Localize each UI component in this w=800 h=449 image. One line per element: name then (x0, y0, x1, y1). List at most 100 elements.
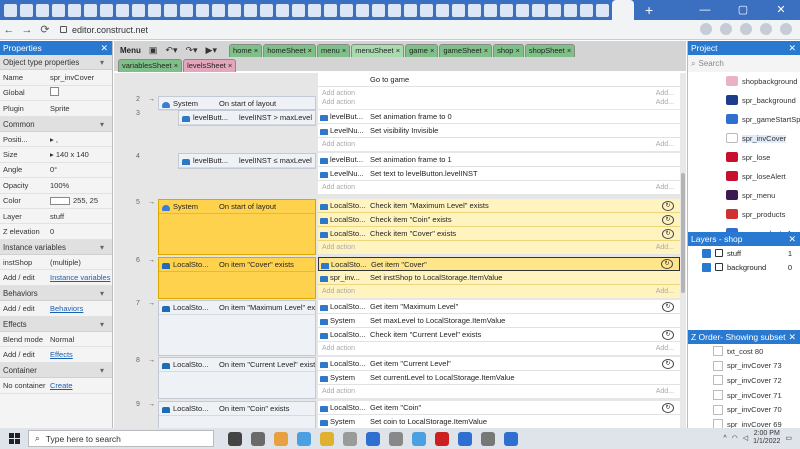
notifications-icon[interactable]: ▭ (785, 434, 792, 442)
expand-arrow-icon[interactable]: → (148, 357, 155, 364)
project-item[interactable]: spr_background (688, 91, 800, 110)
layer-row[interactable]: background 0 (688, 260, 800, 274)
action-row[interactable]: LevelNu... Set visibility Invisible (318, 124, 680, 138)
browser-tab[interactable] (4, 3, 17, 17)
taskbar-search[interactable]: ⌕ Type here to search (28, 430, 214, 447)
property-value[interactable]: 0° (50, 165, 112, 174)
add-action-link[interactable]: Add action Add... (318, 385, 680, 398)
property-link[interactable]: Behaviors (50, 304, 112, 313)
browser-tab[interactable] (580, 3, 593, 17)
taskbar-app-icon[interactable] (504, 431, 518, 446)
browser-tab[interactable] (372, 3, 385, 17)
browser-tab[interactable] (404, 3, 417, 17)
browser-tab[interactable] (516, 3, 529, 17)
zorder-checkbox[interactable] (713, 375, 723, 386)
taskbar-app-icon[interactable] (435, 431, 449, 446)
browser-tab[interactable] (84, 3, 97, 17)
taskbar-app-icon[interactable] (228, 431, 242, 446)
browser-tab[interactable] (148, 3, 161, 17)
expand-arrow-icon[interactable]: → (148, 300, 155, 307)
action-row[interactable]: LocalSto... Check item "Cover" exists ↻ (318, 227, 680, 241)
zorder-item[interactable]: spr_invCover 71 (688, 388, 800, 403)
browser-tab[interactable] (548, 3, 561, 17)
browser-tab-active[interactable] (612, 0, 634, 20)
expand-arrow-icon[interactable]: → (148, 199, 155, 206)
browser-tab[interactable] (340, 3, 353, 17)
add-action-link[interactable]: Add action Add... (318, 96, 680, 109)
property-value[interactable]: spr_invCover (50, 73, 112, 82)
taskbar-app-icon[interactable] (251, 431, 265, 446)
browser-tab[interactable] (452, 3, 465, 17)
zorder-checkbox[interactable] (713, 360, 723, 371)
document-tab[interactable]: home × (228, 43, 263, 57)
zorder-checkbox[interactable] (713, 404, 723, 415)
browser-tab[interactable] (260, 3, 273, 17)
taskbar-app-icon[interactable] (320, 431, 334, 446)
taskbar-app-icon[interactable] (458, 431, 472, 446)
document-tab[interactable]: shopSheet × (524, 43, 576, 57)
zorder-item[interactable]: spr_invCover 73 (688, 359, 800, 374)
browser-tab[interactable] (564, 3, 577, 17)
zorder-checkbox[interactable] (713, 390, 723, 401)
action-row[interactable]: LocalSto... Check item "Maximum Level" ex… (318, 199, 680, 213)
action-row[interactable]: LocalSto... Get item "Current Level" ↻ (318, 357, 680, 371)
star-icon[interactable] (740, 23, 752, 35)
project-item[interactable]: spr_gameStartSprite (688, 110, 800, 129)
browser-tab[interactable] (132, 3, 145, 17)
taskbar-app-icon[interactable] (389, 431, 403, 446)
action-row[interactable]: System Set maxLevel to LocalStorage.ItemV… (318, 314, 680, 328)
layer-visible-checkbox[interactable] (702, 262, 711, 272)
browser-tab[interactable] (468, 3, 481, 17)
action-row[interactable]: levelBut... Set animation frame to 1 (318, 153, 680, 167)
condition-row[interactable]: levelButt... levelINST ≤ maxLevel (179, 154, 315, 168)
zorder-item[interactable]: spr_invCover 72 (688, 373, 800, 388)
action-row[interactable]: System Set coin to LocalStorage.ItemValue (318, 415, 680, 428)
extension-icon[interactable] (760, 23, 772, 35)
minimize-button[interactable]: — (686, 0, 724, 20)
close-icon[interactable]: ✕ (788, 232, 796, 246)
taskbar-app-icon[interactable] (412, 431, 426, 446)
browser-tab[interactable] (196, 3, 209, 17)
add-action-link[interactable]: Add action Add... (318, 138, 680, 151)
menu-button[interactable]: Menu (120, 46, 141, 55)
document-tab[interactable]: homeSheet × (263, 43, 317, 57)
play-icon[interactable]: ▶▾ (206, 45, 217, 56)
property-value[interactable]: 255, 25 (50, 196, 112, 206)
zorder-checkbox[interactable] (713, 346, 723, 357)
property-link[interactable]: Create (50, 381, 112, 390)
reload-icon[interactable]: ⟳ (36, 23, 54, 36)
chevron-up-icon[interactable]: ^ (723, 435, 726, 442)
property-section[interactable]: Behaviors (0, 285, 112, 302)
condition-row[interactable]: LocalSto... On item "Coin" exists (159, 402, 315, 416)
zorder-item[interactable]: spr_invCover 69 (688, 417, 800, 428)
property-section[interactable]: Common (0, 116, 112, 132)
project-item[interactable]: spr_products (688, 205, 800, 224)
property-section[interactable]: Instance variables (0, 239, 112, 256)
property-section[interactable]: Effects (0, 316, 112, 333)
condition-row[interactable]: System On start of layout (159, 200, 315, 214)
maximize-button[interactable]: ▢ (724, 0, 762, 20)
action-row[interactable]: LocalSto... Get item "Coin" ↻ (318, 401, 680, 415)
new-tab-button[interactable]: + (645, 0, 653, 20)
browser-tab[interactable] (68, 3, 81, 17)
action-row[interactable]: System Set currentLevel to LocalStorage.I… (318, 371, 680, 385)
document-tab[interactable]: menu × (317, 43, 351, 57)
property-value[interactable]: Sprite (50, 104, 112, 113)
action-row[interactable]: LocalSto... Check item "Current Level" ex… (318, 328, 680, 342)
volume-icon[interactable]: ◁ (743, 434, 748, 442)
action-row[interactable]: LocalSto... Check item "Coin" exists ↻ (318, 213, 680, 227)
expand-arrow-icon[interactable]: → (148, 401, 155, 408)
start-button[interactable] (0, 433, 28, 444)
redo-icon[interactable]: ↷▾ (185, 45, 197, 56)
taskbar-app-icon[interactable] (343, 431, 357, 446)
document-tab[interactable]: levelsSheet × (183, 59, 237, 72)
taskbar-app-icon[interactable] (481, 431, 495, 446)
document-tab[interactable]: menuSheet × (351, 43, 405, 57)
close-icon[interactable]: ✕ (788, 41, 796, 55)
global-checkbox[interactable] (50, 87, 59, 97)
url-field[interactable]: editor.construct.net (60, 25, 148, 35)
action-row[interactable]: Go to game (318, 73, 680, 87)
property-section[interactable]: Container (0, 362, 112, 379)
lock-icon[interactable] (715, 263, 723, 271)
browser-tab[interactable] (388, 3, 401, 17)
